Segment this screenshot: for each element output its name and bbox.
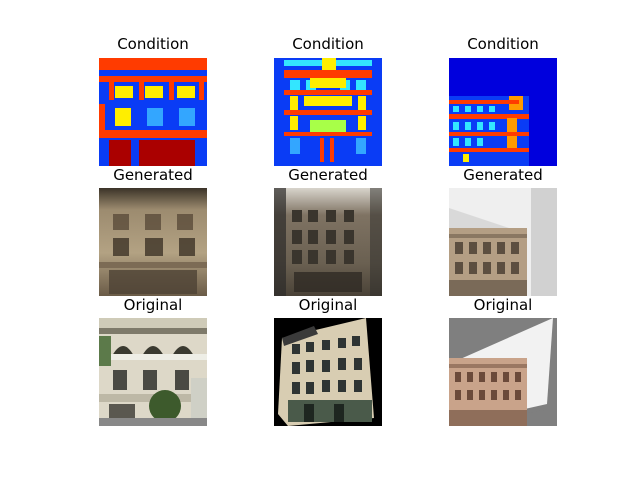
condition-image-1 — [99, 58, 207, 166]
generated-image-1 — [99, 188, 207, 296]
title-condition-3: Condition — [467, 35, 539, 53]
original-image-1 — [99, 318, 207, 426]
title-generated-3: Generated — [463, 166, 543, 184]
title-generated-2: Generated — [288, 166, 368, 184]
original-image-3 — [449, 318, 557, 426]
title-generated-1: Generated — [113, 166, 193, 184]
original-image-2 — [274, 318, 382, 426]
title-original-1: Original — [123, 296, 183, 314]
title-original-2: Original — [298, 296, 358, 314]
generated-image-3 — [449, 188, 557, 296]
condition-image-2 — [274, 58, 382, 166]
title-condition-1: Condition — [117, 35, 189, 53]
title-condition-2: Condition — [292, 35, 364, 53]
image-grid: Condition Condition Condition Generated … — [0, 0, 640, 480]
condition-image-3 — [449, 58, 557, 166]
title-original-3: Original — [473, 296, 533, 314]
generated-image-2 — [274, 188, 382, 296]
